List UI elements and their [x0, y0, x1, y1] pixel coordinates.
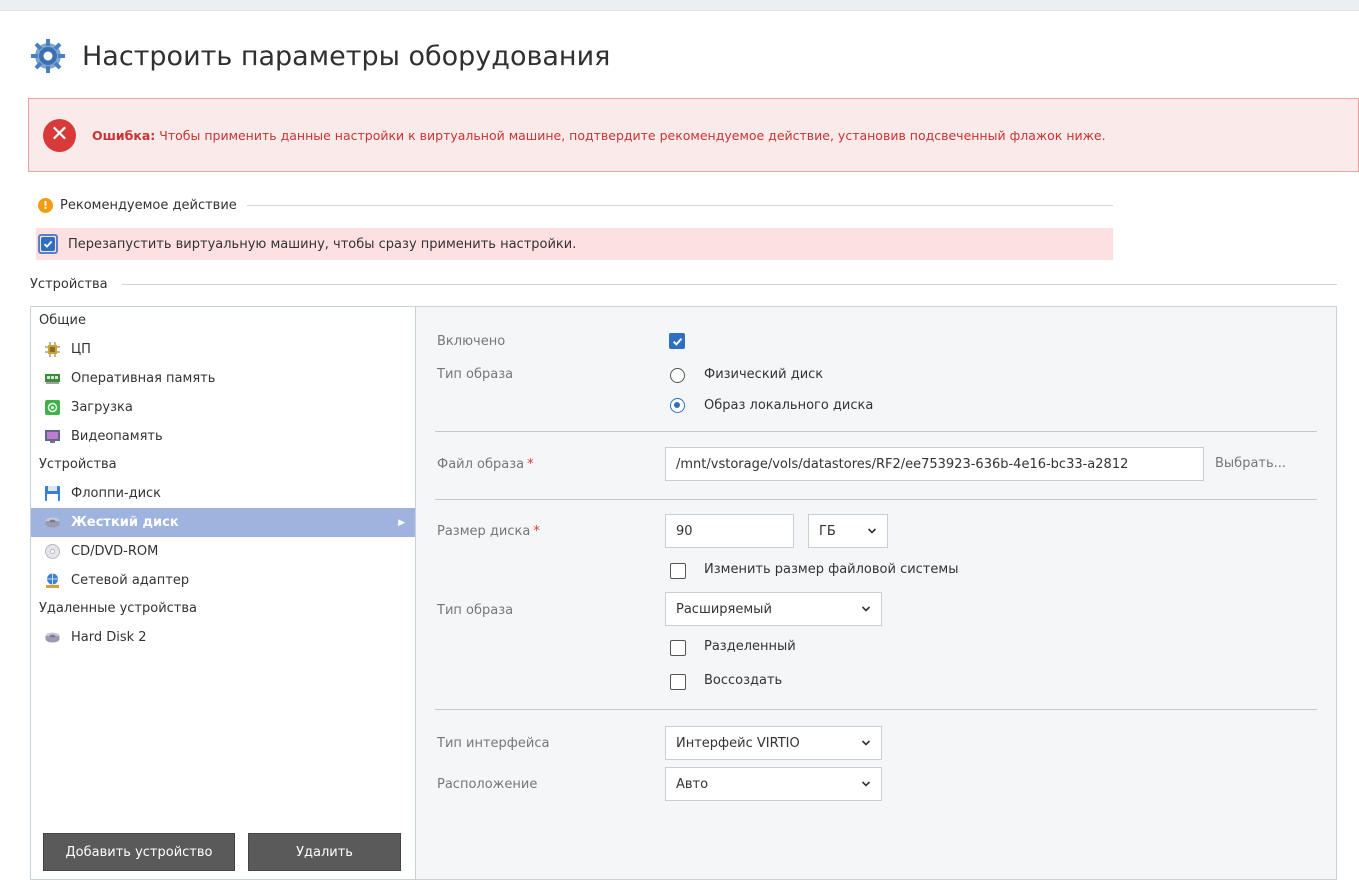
recreate-label: Воссоздать	[704, 673, 783, 688]
location-label: Расположение	[437, 777, 538, 792]
image-file-input[interactable]: /mnt/vstorage/vols/datastores/RF2/ee7539…	[665, 447, 1204, 481]
divider	[435, 709, 1317, 710]
divider	[246, 205, 1113, 206]
page-title: Настроить параметры оборудования	[82, 40, 611, 72]
restart-vm-row[interactable]: Перезапустить виртуальную машину, чтобы …	[36, 228, 1113, 260]
devices-panel: Общие ЦП Оперативная память Загрузка Вид…	[30, 306, 1337, 880]
image-kind-select[interactable]: Расширяемый	[665, 592, 882, 626]
top-bar	[0, 0, 1359, 11]
device-item-hard-disk-2[interactable]: Hard Disk 2	[31, 623, 415, 652]
local-disk-image-radio[interactable]	[670, 398, 685, 413]
recreate-checkbox[interactable]	[670, 674, 686, 690]
resize-fs-checkbox[interactable]	[670, 563, 686, 579]
device-item-label: Оперативная память	[71, 371, 216, 386]
devices-section-header: Устройства	[30, 277, 1337, 292]
physical-disk-radio[interactable]	[670, 368, 685, 383]
disk-size-input[interactable]: 90	[665, 514, 794, 548]
image-kind-label: Тип образа	[437, 603, 514, 618]
image-kind-value: Расширяемый	[676, 601, 772, 617]
recommended-action-label: Рекомендуемое действие	[60, 198, 237, 213]
chevron-down-icon	[861, 740, 871, 746]
device-item-label: Загрузка	[71, 400, 133, 415]
chevron-right-icon: ▶	[398, 517, 405, 528]
restart-vm-checkbox[interactable]	[38, 234, 58, 254]
floppy-icon	[45, 486, 60, 501]
device-item-label: ЦП	[71, 342, 91, 357]
device-item-label: Hard Disk 2	[71, 630, 147, 645]
resize-fs-label: Изменить размер файловой системы	[704, 562, 959, 577]
page-header: Настроить параметры оборудования	[30, 38, 610, 74]
disk-size-label: Размер диска *	[437, 524, 540, 539]
device-item-boot[interactable]: Загрузка	[31, 393, 415, 422]
device-item-label: CD/DVD-ROM	[71, 544, 159, 559]
device-item-cpu[interactable]: ЦП	[31, 335, 415, 364]
divider	[435, 431, 1317, 432]
split-label: Разделенный	[704, 639, 796, 654]
cpu-icon	[45, 342, 60, 357]
device-item-label: Сетевой адаптер	[71, 573, 190, 588]
interface-type-value: Интерфейс VIRTIO	[676, 735, 800, 751]
local-disk-image-label: Образ локального диска	[704, 398, 874, 413]
device-settings-form: Включено Тип образа Физический диск Обра…	[415, 307, 1336, 879]
device-group-devices: Устройства	[39, 457, 117, 472]
device-item-label: Жесткий диск	[71, 515, 179, 530]
video-memory-icon	[45, 430, 60, 443]
device-group-general: Общие	[39, 313, 86, 328]
device-item-hard-disk[interactable]: Жесткий диск ▶	[31, 508, 415, 537]
physical-disk-label: Физический диск	[704, 367, 824, 382]
device-item-memory[interactable]: Оперативная память	[31, 364, 415, 393]
image-type-label: Тип образа	[437, 367, 514, 382]
chevron-down-icon	[861, 781, 871, 787]
error-message: Ошибка: Чтобы применить данные настройки…	[92, 127, 1106, 143]
device-item-network[interactable]: Сетевой адаптер	[31, 566, 415, 595]
device-item-label: Флоппи-диск	[71, 486, 162, 501]
divider	[121, 284, 1337, 285]
interface-type-select[interactable]: Интерфейс VIRTIO	[665, 726, 882, 760]
hard-disk-icon	[45, 517, 60, 528]
enabled-checkbox[interactable]	[669, 333, 685, 349]
split-checkbox[interactable]	[670, 640, 686, 656]
add-device-button[interactable]: Добавить устройство	[43, 833, 235, 871]
hard-disk-icon	[45, 632, 60, 643]
chevron-down-icon	[867, 528, 877, 534]
device-item-floppy[interactable]: Флоппи-диск	[31, 479, 415, 508]
cdrom-icon	[45, 544, 60, 559]
warning-icon: !	[38, 198, 53, 213]
location-select[interactable]: Авто	[665, 767, 882, 801]
network-icon	[46, 573, 59, 588]
chevron-down-icon	[861, 606, 871, 612]
check-icon	[672, 337, 682, 346]
device-tree: Общие ЦП Оперативная память Загрузка Вид…	[31, 307, 416, 879]
error-icon: ✕	[43, 118, 76, 152]
disk-size-unit-value: ГБ	[819, 523, 836, 539]
boot-icon	[45, 400, 60, 415]
divider	[435, 499, 1317, 500]
gear-icon	[31, 39, 65, 73]
interface-type-label: Тип интерфейса	[437, 736, 550, 751]
browse-link[interactable]: Выбрать...	[1215, 456, 1286, 471]
enabled-label: Включено	[437, 334, 506, 349]
device-item-video-memory[interactable]: Видеопамять	[31, 422, 415, 451]
delete-device-button[interactable]: Удалить	[248, 833, 401, 871]
device-item-label: Видеопамять	[71, 429, 163, 444]
recommended-action-header: ! Рекомендуемое действие	[38, 198, 1113, 213]
disk-size-unit-select[interactable]: ГБ	[808, 514, 888, 548]
image-file-label: Файл образа *	[437, 457, 534, 472]
check-icon	[43, 240, 53, 248]
device-item-cdrom[interactable]: CD/DVD-ROM	[31, 537, 415, 566]
restart-vm-label: Перезапустить виртуальную машину, чтобы …	[68, 236, 577, 252]
devices-section-label: Устройства	[30, 277, 108, 292]
memory-icon	[45, 374, 60, 384]
device-group-removed: Удаленные устройства	[39, 601, 197, 616]
error-banner: ✕ Ошибка: Чтобы применить данные настрой…	[28, 98, 1359, 172]
location-value: Авто	[676, 776, 709, 792]
